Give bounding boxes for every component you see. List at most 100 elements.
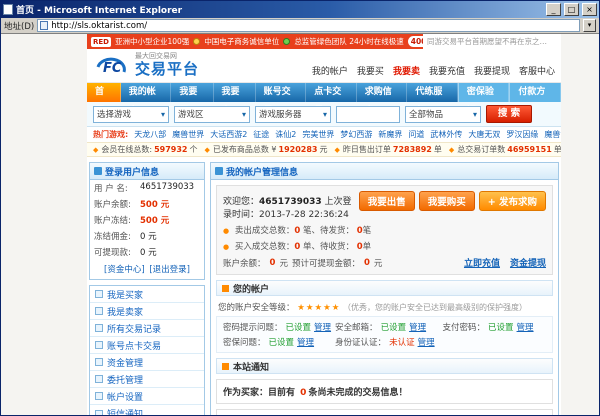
login-info-panel: 登录用户信息 用 户 名: 4651739033 账户余额: 500 元 [89,162,205,280]
account-management-panel: 我的帐户管理信息 欢迎您：4651739033 上次登录时间：2013-7-28… [210,162,559,415]
stat-listed-items: 已发布商品总数 ¥1920283元 [205,144,328,155]
tab-my-account[interactable]: 我的帐户 [121,83,172,102]
address-dropdown-icon[interactable]: ▾ [583,19,596,32]
welcome-line: 欢迎您：4651739033 上次登录时间：2013-7-28 22:36:24 [223,191,359,220]
manage-link[interactable]: 管理 [418,336,435,348]
keyword-input[interactable] [336,106,400,123]
leaf-icon [283,38,290,45]
sell-button[interactable]: 我要出售 [359,191,415,211]
username-row: 用 户 名: 4651739033 [90,180,204,196]
server-select[interactable]: 游戏服务器 [255,106,331,123]
hot-games-label: 热门游戏: [93,129,128,140]
withdraw-link[interactable]: 资金提现 [510,256,546,269]
tab-powerleveling[interactable]: 代练服务 [407,83,458,102]
quicknav-withdraw[interactable]: 我要提现 [474,64,510,77]
hot-game-link[interactable]: 新魔界 [378,129,402,140]
badge-text-2: 中国电子商务诚信单位 [204,36,279,47]
folder-icon [95,324,103,332]
tab-account-trade[interactable]: 账号交易 [256,83,307,102]
hot-game-link[interactable]: 征途 [253,129,269,140]
hot-game-link[interactable]: 武林外传 [430,129,462,140]
welcome-box: 欢迎您：4651739033 上次登录时间：2013-7-28 22:36:24… [216,185,553,275]
tab-wanted[interactable]: 求购信息 [357,83,408,102]
security-items-grid: 密码提示问题： 已设置 管理 安全邮箱： 已设置 管理 支付密码： [216,316,553,353]
tab-home[interactable]: 首页 [87,83,121,102]
hot-game-link[interactable]: 魔兽世界(台服) [544,129,561,140]
hot-game-link[interactable]: 魔兽世界 [172,129,204,140]
search-button[interactable]: 搜 索 [486,105,532,123]
hot-game-link[interactable]: 诛仙2 [275,129,296,140]
certification-strip: RED 亚洲中小型企业100强 中国电子商务诚信单位 总监管绿色团队 24小时在… [87,34,423,49]
login-info-body: 用 户 名: 4651739033 账户余额: 500 元 账户冻结: 500 … [90,180,204,279]
content-area: 登录用户信息 用 户 名: 4651739033 账户余额: 500 元 [87,157,561,415]
welcome-username: 4651739033 [259,197,322,207]
seller-notice: 作为卖家：目前有 0条尚未完成的交易信息！ [216,409,553,415]
folder-icon [95,410,103,416]
manage-link[interactable]: 管理 [409,321,426,333]
address-bar: 地址(D) http://sls.oktarist.com/ ▾ [1,18,599,34]
your-account-header: 您的帐户 [216,280,553,296]
security-item-id-verify: 身份证认证： 未认证 管理 [335,336,438,348]
minimize-button[interactable]: _ [546,3,561,16]
hot-game-link[interactable]: 梦幻西游 [340,129,372,140]
sidebar-item-buyer[interactable]: 我是买家 [90,286,204,303]
top-banner: RED 亚洲中小型企业100强 中国电子商务诚信单位 总监管绿色团队 24小时在… [87,34,561,49]
sidebar: 登录用户信息 用 户 名: 4651739033 账户余额: 500 元 [89,162,205,415]
site-logo[interactable]: FC 最大回交易网 交易平台 [93,53,199,79]
sidebar-item-seller[interactable]: 我是卖家 [90,303,204,320]
bought-summary-line: 买入成交总数：0 单、待收货： 0单 [223,240,546,252]
tab-payment-methods[interactable]: 付款方式 [509,83,561,102]
tab-sell[interactable]: 我要卖 [214,83,256,102]
manage-link[interactable]: 管理 [297,336,314,348]
page-icon [3,4,13,15]
fund-center-link[interactable]: [资金中心] [104,265,145,275]
quicknav-buy[interactable]: 我要买 [357,64,384,77]
tab-card-trade[interactable]: 点卡交易 [306,83,357,102]
folder-icon [95,392,103,400]
medal-icon [193,38,200,45]
quicknav-sell[interactable]: 我要卖 [393,64,420,77]
quicknav-recharge[interactable]: 我要充值 [429,64,465,77]
recharge-link[interactable]: 立即充值 [464,256,500,269]
address-input[interactable]: http://sls.oktarist.com/ [37,19,580,32]
user-icon [94,167,102,175]
hot-game-link[interactable]: 问道 [408,129,424,140]
manage-link[interactable]: 管理 [517,321,534,333]
hot-game-link[interactable]: 天龙八部 [134,129,166,140]
buy-button[interactable]: 我要购买 [419,191,475,211]
sidebar-item-trade-records[interactable]: 所有交易记录 [90,320,204,337]
logout-link[interactable]: [退出登录] [149,265,190,275]
maximize-button[interactable]: □ [564,3,579,16]
hot-games-row: 热门游戏: 天龙八部 魔兽世界 大话西游2 征途 诛仙2 完美世界 梦幻西游 新… [87,127,561,142]
page-viewport: RED 亚洲中小型企业100强 中国电子商务诚信单位 总监管绿色团队 24小时在… [1,34,599,415]
sidebar-item-delegation[interactable]: 委托管理 [90,371,204,388]
item-type-select[interactable]: 全部物品 [405,106,481,123]
region-select[interactable]: 游戏区 [174,106,250,123]
manage-link[interactable]: 管理 [314,321,331,333]
hot-game-link[interactable]: 大唐无双 [468,129,500,140]
tab-buy[interactable]: 我要买 [171,83,213,102]
account-panel-title: 我的帐户管理信息 [226,165,298,178]
quicknav-service[interactable]: 客服中心 [519,64,555,77]
security-item-secret-question: 密保问题： 已设置 管理 [223,336,331,348]
window-title: 首页 - Microsoft Internet Explorer [16,3,543,16]
game-select[interactable]: 选择游戏 [93,106,169,123]
sidebar-item-account-settings[interactable]: 帐户设置 [90,388,204,405]
hot-game-link[interactable]: 完美世界 [302,129,334,140]
post-wanted-button[interactable]: + 发布求购 [479,191,546,211]
tab-security-verify[interactable]: 密保验证 [458,83,510,102]
close-button[interactable]: × [582,3,597,16]
browser-window: 首页 - Microsoft Internet Explorer _ □ × 地… [0,0,600,416]
banner-side-note: 同游交易平台首期愿望不再在京之… [423,34,561,49]
sidebar-item-account-card-trade[interactable]: 账号点卡交易 [90,337,204,354]
sidebar-item-sms-notice[interactable]: 短信通知 [90,405,204,415]
quicknav-my-account[interactable]: 我的帐户 [312,64,348,77]
stat-online-members: 会员在线总数:597932个 [93,144,198,155]
panel-icon [215,167,223,175]
login-info-header: 登录用户信息 [90,163,204,180]
hot-game-link[interactable]: 大话西游2 [210,129,247,140]
sidebar-item-fund-management[interactable]: 资金管理 [90,354,204,371]
hot-game-link[interactable]: 罗汉因缘 [506,129,538,140]
section-icon [222,285,229,292]
frozen-commission-row: 冻结佣金: 0 元 [90,228,204,244]
